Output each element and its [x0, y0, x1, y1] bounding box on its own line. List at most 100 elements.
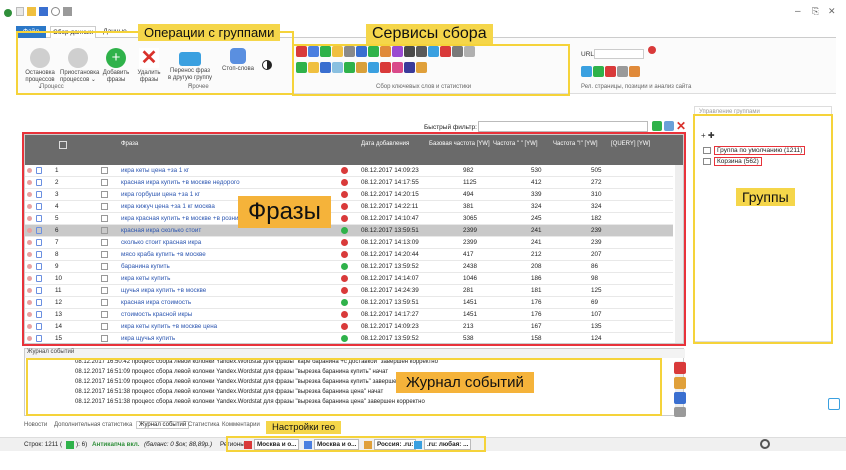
- row-phrase[interactable]: икра горбуши цена +за 1 кг: [121, 191, 200, 198]
- row-phrase[interactable]: икра кеты купить +в москве цена: [121, 323, 217, 330]
- table-row[interactable]: 11 щучья икра купить +в москве 08.12.2017 …: [25, 285, 673, 297]
- close-button[interactable]: ✕: [828, 6, 836, 17]
- row-checkbox[interactable]: [101, 251, 108, 258]
- row-phrase[interactable]: красная икра сколько стоит: [121, 227, 201, 234]
- col-quote-freq[interactable]: Частота " " [YW]: [493, 141, 538, 147]
- list-icon[interactable]: [356, 46, 367, 57]
- table-row[interactable]: 1 икра кеты цена +за 1 кг 08.12.2017 14:09…: [25, 165, 673, 177]
- row-checkbox[interactable]: [101, 311, 108, 318]
- select-all-checkbox[interactable]: [59, 141, 67, 149]
- frequency-icon[interactable]: [308, 62, 319, 73]
- table-row[interactable]: 9 баранина купить 08.12.2017 13:59:52 2438 2…: [25, 261, 673, 273]
- col-query[interactable]: [QUERY] [YW]: [611, 141, 650, 147]
- row-phrase[interactable]: баранина купить: [121, 263, 170, 270]
- tab-comments[interactable]: Комментарии: [222, 422, 260, 428]
- sitemap-icon[interactable]: [617, 66, 628, 77]
- delete-phrases-button[interactable]: ✕ Удалить фразы: [134, 48, 164, 84]
- row-phrase[interactable]: мясо краба купить +в москве: [121, 251, 206, 258]
- region-search[interactable]: Россия: .ru:: [374, 439, 417, 450]
- table-icon[interactable]: [344, 46, 355, 57]
- tab-file[interactable]: Файл: [16, 26, 46, 38]
- table-row[interactable]: 13 стоимость красной икры 08.12.2017 14:17…: [25, 309, 673, 321]
- row-checkbox[interactable]: [101, 263, 108, 270]
- links-icon[interactable]: [629, 66, 640, 77]
- tab-data[interactable]: Данные: [100, 26, 130, 38]
- group-trash[interactable]: Корзина (562): [714, 157, 762, 166]
- table-row[interactable]: 14 икра кеты купить +в москве цена 08.12.2…: [25, 321, 673, 333]
- dig-icon[interactable]: [320, 62, 331, 73]
- settings-icon[interactable]: [51, 7, 60, 16]
- target-icon[interactable]: [380, 62, 391, 73]
- row-checkbox[interactable]: [101, 167, 108, 174]
- table-row[interactable]: 6 красная икра сколько стоит 08.12.2017 13…: [25, 225, 673, 237]
- col-phrase[interactable]: Фраза: [121, 141, 138, 147]
- bulb-icon[interactable]: [332, 46, 343, 57]
- tab-news[interactable]: Новости: [24, 422, 47, 428]
- row-checkbox[interactable]: [101, 203, 108, 210]
- row-phrase[interactable]: красная икра купить +в москве недорого: [121, 179, 240, 186]
- add-source-icon[interactable]: [296, 62, 307, 73]
- people-icon[interactable]: [368, 62, 379, 73]
- row-phrase[interactable]: икра щучья купить: [121, 335, 175, 342]
- filter-clear-icon[interactable]: ✕: [676, 119, 686, 133]
- filter-icon[interactable]: [392, 46, 403, 57]
- dollar-icon[interactable]: [440, 46, 451, 57]
- row-phrase[interactable]: икра кижуч цена +за 1 кг москва: [121, 203, 215, 210]
- row-phrase[interactable]: стоимость красной икры: [121, 311, 192, 318]
- bar-chart-icon[interactable]: [344, 62, 355, 73]
- google-icon[interactable]: [320, 46, 331, 57]
- mail-icon[interactable]: [63, 7, 72, 16]
- row-phrase[interactable]: икра красная купить +в москве +в розницу: [121, 215, 245, 222]
- export-icon[interactable]: [428, 46, 439, 57]
- row-checkbox[interactable]: [101, 239, 108, 246]
- site-pages-icon[interactable]: [581, 66, 592, 77]
- table-row[interactable]: 12 красная икра стоимость 08.12.2017 13:59…: [25, 297, 673, 309]
- row-phrase[interactable]: щучья икра купить +в москве: [121, 287, 206, 294]
- row-checkbox[interactable]: [101, 299, 108, 306]
- row-checkbox[interactable]: [101, 335, 108, 342]
- row-checkbox[interactable]: [101, 275, 108, 282]
- move-phrases-button[interactable]: Перенос фраз в другую группу ⌄: [168, 48, 212, 89]
- group-default[interactable]: Группа по умолчанию (1211): [714, 146, 806, 155]
- map-icon[interactable]: [380, 46, 391, 57]
- row-phrase[interactable]: сколько стоит красная икра: [121, 239, 201, 246]
- row-checkbox[interactable]: [101, 191, 108, 198]
- new-file-icon[interactable]: [16, 7, 24, 16]
- table-row[interactable]: 5 икра красная купить +в москве +в розниц…: [25, 213, 673, 225]
- row-checkbox[interactable]: [101, 323, 108, 330]
- row-phrase[interactable]: икра кеты купить: [121, 275, 170, 282]
- search-icon[interactable]: [404, 46, 415, 57]
- relevance-icon[interactable]: [605, 66, 616, 77]
- log-clear-icon[interactable]: [674, 362, 686, 374]
- row-phrase[interactable]: красная икра стоимость: [121, 299, 191, 306]
- filter-apply-icon[interactable]: [652, 121, 662, 131]
- refresh-icon[interactable]: [760, 439, 770, 449]
- table-alt-icon[interactable]: [416, 46, 427, 57]
- table-row[interactable]: 10 икра кеты купить 08.12.2017 14:14:07 104…: [25, 273, 673, 285]
- row-phrase[interactable]: икра кеты цена +за 1 кг: [121, 167, 189, 174]
- col-exact-freq[interactable]: Частота "!" [YW]: [553, 141, 598, 147]
- log-filter-icon[interactable]: [674, 377, 686, 389]
- table-row[interactable]: 3 икра горбуши цена +за 1 кг 08.12.2017 14…: [25, 189, 673, 201]
- status-captcha[interactable]: Антикапча вкл.: [92, 441, 140, 448]
- magic-icon[interactable]: [356, 62, 367, 73]
- col-date[interactable]: Дата добавления: [361, 141, 409, 147]
- save-icon[interactable]: [39, 7, 48, 16]
- row-checkbox[interactable]: [101, 179, 108, 186]
- export-excel-icon[interactable]: [416, 62, 427, 73]
- wordstat-icon[interactable]: [296, 46, 307, 57]
- doc-icon[interactable]: [332, 62, 343, 73]
- tab-data-collection[interactable]: Сбор данных: [50, 26, 96, 38]
- competitors-icon[interactable]: [392, 62, 403, 73]
- chart-icon[interactable]: [308, 46, 319, 57]
- region-wordstat[interactable]: Москва и о...: [254, 439, 300, 450]
- tab-event-log[interactable]: Журнал событий: [136, 421, 190, 429]
- log-copy-icon[interactable]: [674, 407, 686, 417]
- tab-extra-stats[interactable]: Дополнительная статистика: [54, 422, 132, 428]
- row-checkbox[interactable]: [101, 227, 108, 234]
- add-phrases-button[interactable]: + Добавить фразы: [100, 48, 132, 84]
- positions-icon[interactable]: [593, 66, 604, 77]
- analytics-icon[interactable]: [404, 62, 415, 73]
- table-row[interactable]: 7 сколько стоит красная икра 08.12.2017 14…: [25, 237, 673, 249]
- pause-processes-button[interactable]: Приостановка процессов ⌄: [60, 48, 99, 84]
